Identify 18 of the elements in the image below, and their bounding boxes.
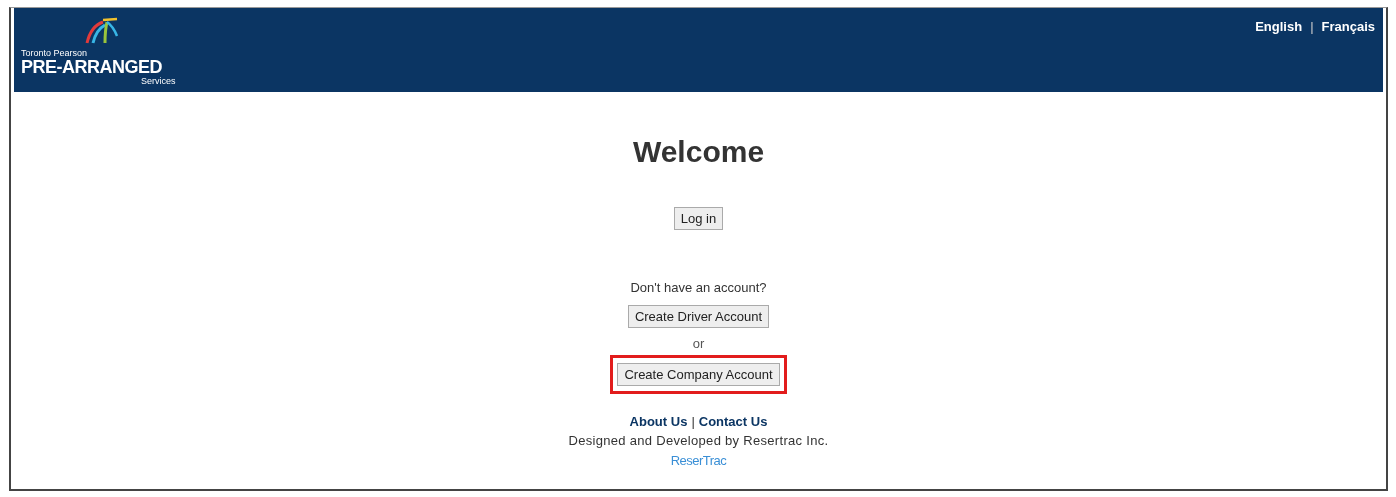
login-button[interactable]: Log in [673,207,724,230]
footer-link[interactable]: About Us [629,414,688,429]
logo-caption: Services [141,76,176,86]
footer-link[interactable]: Contact Us [698,414,768,429]
separator: | [691,414,695,429]
credit-text: Designed and Developed by Resertrac Inc. [568,433,829,448]
page-title: Welcome [632,135,765,169]
language-link[interactable]: English [1255,19,1303,34]
logo-icon [83,16,119,44]
logo-title: PRE-ARRANGED [21,57,162,77]
create-account-button[interactable]: Create Driver Account [627,305,770,328]
separator: | [1310,19,1314,34]
create-account-button[interactable]: Create Company Account [617,363,780,386]
language-link[interactable]: Français [1321,19,1375,34]
account-prompt: Don't have an account? [630,280,767,295]
logo-subtitle: Toronto Pearson [21,48,88,58]
or-text: or [692,336,705,351]
brand-logo: ReserTrac [670,453,727,468]
